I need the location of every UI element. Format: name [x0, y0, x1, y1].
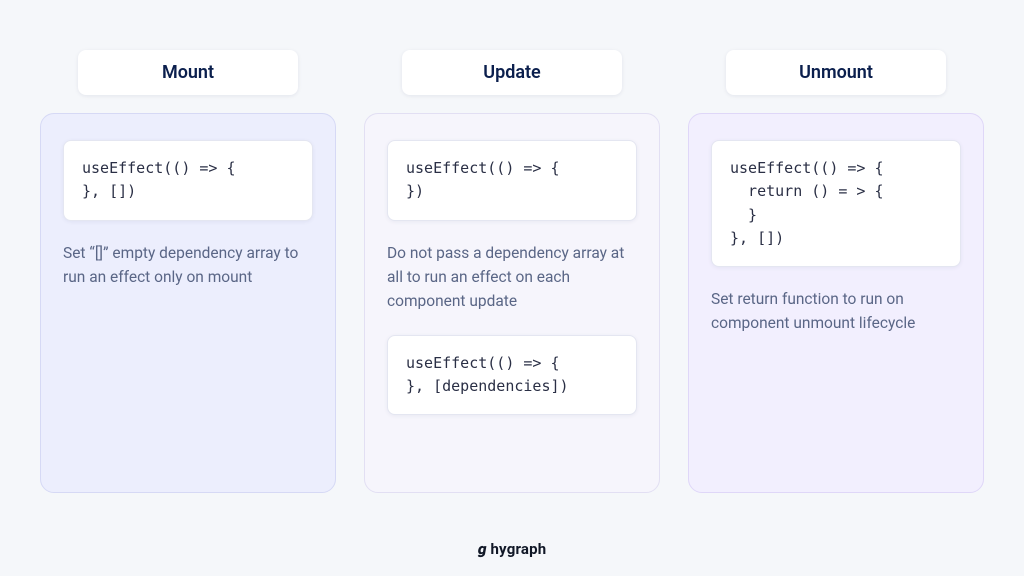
- brand-name: hygraph: [490, 540, 546, 558]
- code-mount: useEffect(() => { }, []): [63, 140, 313, 221]
- heading-mount: Mount: [78, 50, 298, 95]
- heading-unmount: Unmount: [726, 50, 946, 95]
- column-unmount: Unmount useEffect(() => { return () = > …: [688, 50, 984, 493]
- panel-update: useEffect(() => { }) Do not pass a depen…: [364, 113, 660, 493]
- panel-unmount: useEffect(() => { return () = > { } }, […: [688, 113, 984, 493]
- desc-mount: Set “[]” empty dependency array to run a…: [63, 241, 313, 289]
- code-update-nodeps: useEffect(() => { }): [387, 140, 637, 221]
- desc-update: Do not pass a dependency array at all to…: [387, 241, 637, 313]
- brand-footer: ghygraph: [0, 540, 1024, 558]
- columns-container: Mount useEffect(() => { }, []) Set “[]” …: [40, 50, 984, 493]
- heading-update: Update: [402, 50, 622, 95]
- panel-mount: useEffect(() => { }, []) Set “[]” empty …: [40, 113, 336, 493]
- code-update-deps: useEffect(() => { }, [dependencies]): [387, 335, 637, 416]
- column-mount: Mount useEffect(() => { }, []) Set “[]” …: [40, 50, 336, 493]
- desc-unmount: Set return function to run on component …: [711, 287, 961, 335]
- brand-logo-icon: g: [476, 540, 488, 558]
- column-update: Update useEffect(() => { }) Do not pass …: [364, 50, 660, 493]
- code-unmount: useEffect(() => { return () = > { } }, […: [711, 140, 961, 267]
